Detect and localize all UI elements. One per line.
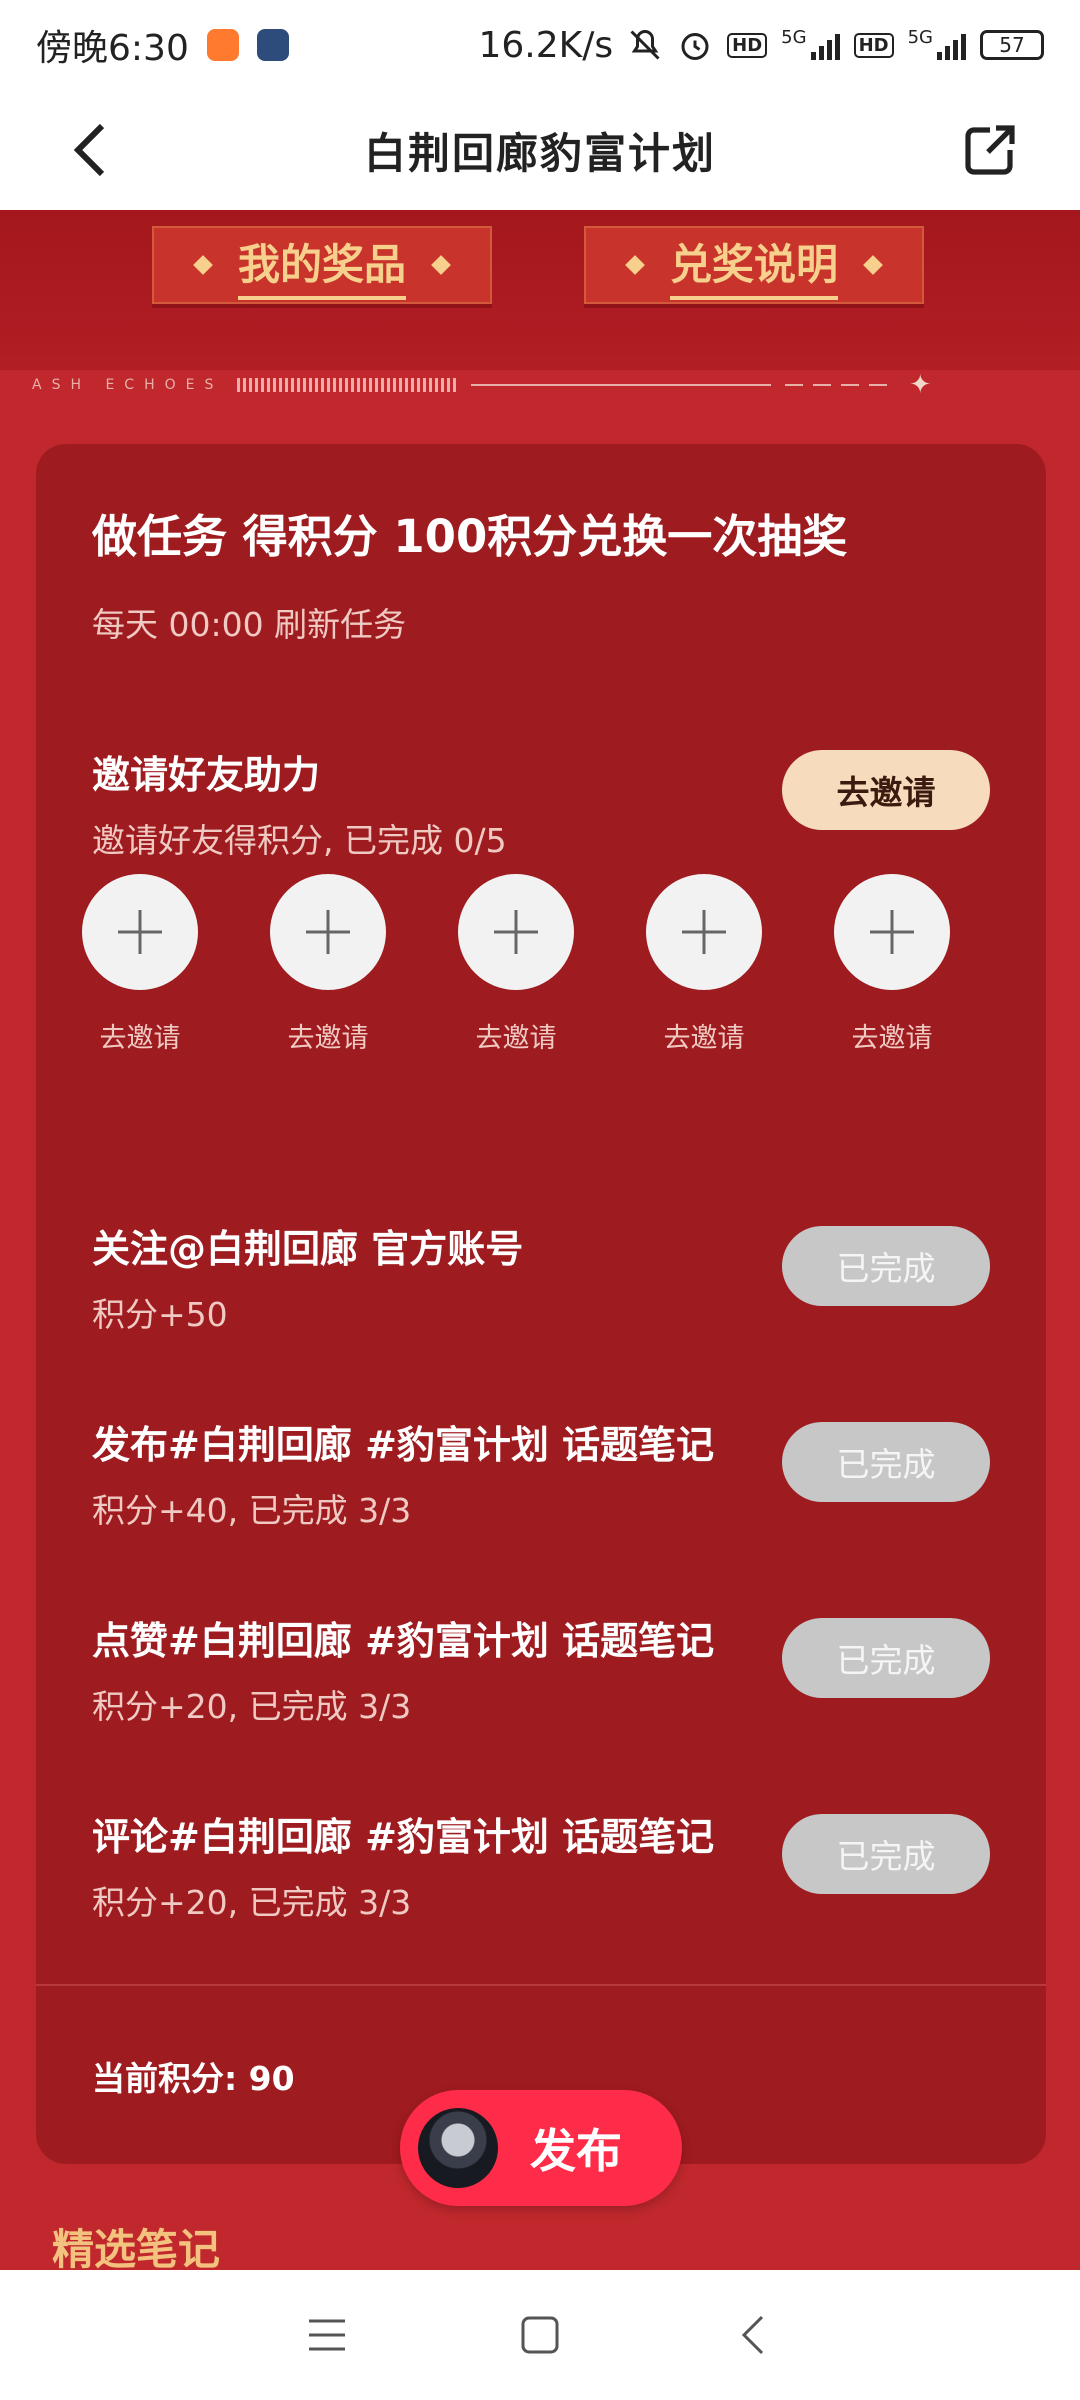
status-time: 傍晚6:30 bbox=[36, 28, 189, 69]
task-desc-like: 积分+20, 已完成 3/3 bbox=[92, 1687, 412, 1726]
task-desc-follow: 积分+50 bbox=[92, 1295, 228, 1334]
current-points: 当前积分: 90 bbox=[92, 2059, 295, 2098]
go-invite-button[interactable]: 去邀请 bbox=[782, 750, 990, 830]
tab-my-prizes[interactable]: 我的奖品 bbox=[152, 226, 492, 304]
add-friend-button[interactable] bbox=[646, 874, 762, 990]
diamond-icon bbox=[625, 255, 645, 275]
plus-icon bbox=[118, 910, 162, 954]
share-icon bbox=[965, 125, 1015, 175]
add-friend-button[interactable] bbox=[834, 874, 950, 990]
campaign-content: 我的奖品 兑奖说明 ASH ECHOES ✦ 做任务 得积分 100积分兑换一次… bbox=[0, 210, 1080, 2270]
publish-button[interactable]: 发布 bbox=[400, 2090, 682, 2206]
system-back-button[interactable] bbox=[713, 2295, 793, 2375]
home-button[interactable] bbox=[500, 2295, 580, 2375]
invite-slot-label: 去邀请 bbox=[287, 1023, 369, 1054]
hd-badge-2: HD bbox=[853, 32, 894, 58]
back-arrow-icon bbox=[73, 123, 105, 177]
card-divider bbox=[36, 1984, 1046, 1986]
publish-label: 发布 bbox=[530, 2124, 622, 2178]
share-button[interactable] bbox=[952, 112, 1028, 188]
avatar bbox=[418, 2108, 498, 2188]
invite-slot-label: 去邀请 bbox=[851, 1023, 933, 1054]
invite-slot-label: 去邀请 bbox=[663, 1023, 745, 1054]
plus-icon bbox=[870, 910, 914, 954]
deco-dashes bbox=[785, 384, 896, 386]
task-done-button-post[interactable]: 已完成 bbox=[782, 1422, 990, 1502]
add-friend-button[interactable] bbox=[270, 874, 386, 990]
app-notification-icon bbox=[256, 29, 289, 61]
diamond-icon bbox=[193, 255, 213, 275]
status-bar: 傍晚6:30 16.2K/s HD 5G HD 5G 57 bbox=[0, 0, 1080, 90]
video-app-icon bbox=[206, 29, 239, 61]
diamond-icon bbox=[863, 255, 883, 275]
mute-icon bbox=[630, 29, 660, 60]
signal-icon bbox=[810, 30, 840, 60]
sparkle-icon: ✦ bbox=[909, 370, 942, 400]
deco-text: ASH ECHOES bbox=[32, 377, 224, 393]
battery-icon: 57 bbox=[980, 30, 1044, 60]
nav-bar: 白荆回廊豹富计划 bbox=[0, 90, 1080, 210]
task-title-like: 点赞#白荆回廊 #豹富计划 话题笔记 bbox=[92, 1619, 715, 1663]
invite-task-title: 邀请好友助力 bbox=[92, 753, 321, 797]
hd-badge: HD bbox=[727, 32, 768, 58]
task-done-button-follow[interactable]: 已完成 bbox=[782, 1226, 990, 1306]
signal-icon-2 bbox=[937, 30, 966, 60]
diamond-icon bbox=[431, 255, 451, 275]
system-nav-bar bbox=[0, 2270, 1080, 2400]
tab-redeem-rules[interactable]: 兑奖说明 bbox=[584, 226, 924, 304]
task-done-button-comment[interactable]: 已完成 bbox=[782, 1814, 990, 1894]
invite-slot-label: 去邀请 bbox=[99, 1023, 181, 1054]
invite-slot-label: 去邀请 bbox=[475, 1023, 557, 1054]
task-desc-post: 积分+40, 已完成 3/3 bbox=[92, 1491, 412, 1530]
task-title-comment: 评论#白荆回廊 #豹富计划 话题笔记 bbox=[92, 1815, 715, 1859]
task-title-post: 发布#白荆回廊 #豹富计划 话题笔记 bbox=[92, 1423, 715, 1467]
back-button[interactable] bbox=[52, 112, 128, 188]
network-type: 5G bbox=[781, 26, 807, 48]
back-chevron-icon bbox=[742, 2315, 764, 2355]
invite-slots: 去邀请 去邀请 去邀请 去邀请 去邀请 bbox=[70, 874, 950, 1074]
add-friend-button[interactable] bbox=[82, 874, 198, 990]
network-speed: 16.2K/s bbox=[478, 24, 614, 66]
invite-task-desc: 邀请好友得积分, 已完成 0/5 bbox=[92, 821, 507, 860]
plus-icon bbox=[306, 910, 350, 954]
invite-slot[interactable]: 去邀请 bbox=[822, 874, 962, 1055]
network-type-2: 5G bbox=[907, 26, 933, 48]
plus-icon bbox=[682, 910, 726, 954]
page-title: 白荆回廊豹富计划 bbox=[363, 128, 716, 178]
menu-icon bbox=[308, 2319, 345, 2351]
home-square-icon bbox=[521, 2316, 559, 2354]
alarm-icon bbox=[681, 33, 709, 60]
card-subtitle: 每天 00:00 刷新任务 bbox=[92, 605, 407, 644]
barcode-decoration bbox=[237, 378, 458, 392]
card-title: 做任务 得积分 100积分兑换一次抽奖 bbox=[92, 510, 848, 563]
featured-notes-title: 精选笔记 bbox=[52, 2225, 221, 2270]
task-title-follow: 关注@白荆回廊 官方账号 bbox=[92, 1227, 524, 1271]
invite-slot[interactable]: 去邀请 bbox=[70, 874, 210, 1055]
invite-slot[interactable]: 去邀请 bbox=[258, 874, 398, 1055]
decorative-strip: ASH ECHOES ✦ bbox=[0, 360, 1080, 410]
add-friend-button[interactable] bbox=[458, 874, 574, 990]
task-done-button-like[interactable]: 已完成 bbox=[782, 1618, 990, 1698]
invite-slot[interactable]: 去邀请 bbox=[634, 874, 774, 1055]
plus-icon bbox=[494, 910, 538, 954]
tab-my-prizes-label: 我的奖品 bbox=[237, 231, 406, 300]
task-desc-comment: 积分+20, 已完成 3/3 bbox=[92, 1883, 412, 1922]
deco-line bbox=[471, 384, 772, 386]
tab-redeem-rules-label: 兑奖说明 bbox=[669, 231, 838, 300]
task-card: 做任务 得积分 100积分兑换一次抽奖 每天 00:00 刷新任务 邀请好友助力… bbox=[36, 444, 1046, 2164]
invite-slot[interactable]: 去邀请 bbox=[446, 874, 586, 1055]
menu-button[interactable] bbox=[287, 2295, 367, 2375]
